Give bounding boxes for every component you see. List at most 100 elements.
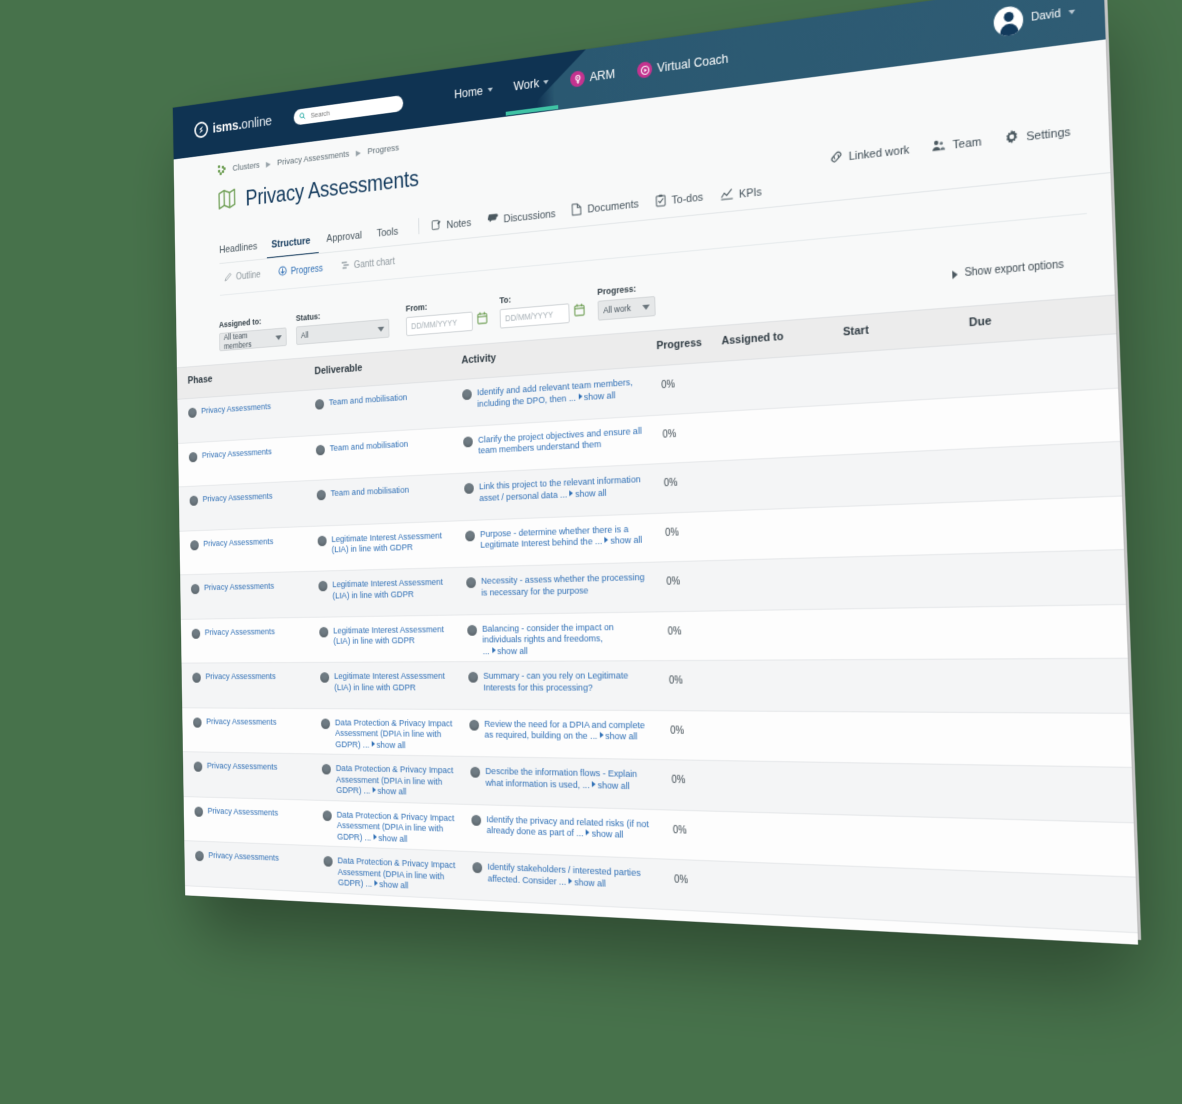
cell-activity[interactable]: Identify stakeholders / interested parti… xyxy=(472,861,655,892)
cell-activity[interactable]: Identify and evaluate the privacy soluti… xyxy=(473,909,656,942)
show-all-link[interactable]: show all xyxy=(369,740,406,751)
column-header-progress[interactable]: Progress xyxy=(656,337,702,353)
nav-label-work: Work xyxy=(513,76,540,94)
cell-progress: 0% xyxy=(674,874,689,887)
search-input[interactable] xyxy=(308,98,398,121)
nav-item-home[interactable]: Home xyxy=(454,83,493,103)
table-row[interactable]: Privacy Assessments Team and mobilisation… xyxy=(177,334,1119,444)
calendar-icon[interactable] xyxy=(477,311,488,329)
show-export-options-button[interactable]: Show export options xyxy=(952,259,1064,280)
nav-item-arm[interactable]: ARM xyxy=(570,66,615,88)
show-all-link[interactable]: show all xyxy=(489,646,528,657)
cell-activity[interactable]: Necessity - assess whether the processin… xyxy=(466,572,648,599)
cell-phase[interactable]: Privacy Assessments xyxy=(188,444,307,462)
cell-deliverable[interactable]: Data Protection & Privacy Impact Assessm… xyxy=(320,717,456,752)
show-all-link[interactable]: show all xyxy=(597,731,638,743)
cell-deliverable-text: Legitimate Interest Assessment (LIA) in … xyxy=(333,670,446,693)
view-by-option-todos[interactable]: To-dos xyxy=(1003,321,1082,353)
view-by-option-activities[interactable]: Activities xyxy=(918,326,1005,359)
to-date-input[interactable]: DD/MM/YYYY xyxy=(499,303,570,329)
cell-phase[interactable]: Privacy Assessments xyxy=(195,850,314,866)
cell-deliverable[interactable]: Data Protection & Privacy Impact Assessm… xyxy=(323,855,459,895)
cell-phase[interactable]: Privacy Assessments xyxy=(194,805,313,820)
nav-item-work[interactable]: Work xyxy=(513,75,550,95)
cell-activity[interactable]: Describe the information flows - Explain… xyxy=(470,766,653,793)
cell-phase[interactable]: Privacy Assessments xyxy=(189,490,308,506)
show-all-link[interactable]: show all xyxy=(373,926,409,939)
nav-item-virtual-coach[interactable]: Virtual Coach xyxy=(637,50,729,79)
assigned-to-select[interactable]: All team members xyxy=(219,327,287,352)
subtab-gantt-chart[interactable]: Gantt chart xyxy=(341,255,395,273)
show-all-link[interactable]: show all xyxy=(566,876,606,889)
cell-progress: 0% xyxy=(667,625,682,638)
show-all-link[interactable]: show all xyxy=(372,879,408,892)
tab-kpis[interactable]: KPIs xyxy=(720,182,780,213)
map-icon xyxy=(217,186,238,216)
show-all-link[interactable]: show all xyxy=(567,487,607,500)
cell-activity[interactable]: Purpose - determine whether there is a L… xyxy=(465,523,646,552)
search-box[interactable] xyxy=(293,94,404,126)
cell-deliverable[interactable]: Data Protection & Privacy Impact Assessm… xyxy=(322,809,458,847)
cell-deliverable[interactable]: Team and mobilisation xyxy=(316,483,451,501)
show-all-link[interactable]: show all xyxy=(371,833,407,845)
status-select[interactable]: All xyxy=(295,318,390,346)
show-all-link[interactable]: show all xyxy=(602,535,642,547)
cell-progress: 0% xyxy=(675,924,690,937)
column-header-start[interactable]: Start xyxy=(843,324,869,339)
logo[interactable]: isms.online xyxy=(194,112,272,139)
table-row[interactable]: Data Protection & Privacy Impact Assessm… xyxy=(184,885,1139,945)
cell-deliverable[interactable]: Legitimate Interest Assessment (LIA) in … xyxy=(320,671,455,694)
show-all-link[interactable]: show all xyxy=(583,828,624,841)
cell-deliverable[interactable]: Team and mobilisation xyxy=(315,390,449,410)
cell-deliverable[interactable]: Data Protection & Privacy Impact Assessm… xyxy=(321,763,457,800)
cell-deliverable-text: Data Protection & Privacy Impact Assessm… xyxy=(338,901,457,939)
cell-activity[interactable]: Clarify the project objectives and ensur… xyxy=(463,425,644,458)
subtab-outline[interactable]: Outline xyxy=(224,269,261,284)
cell-phase[interactable]: Privacy Assessments xyxy=(193,716,311,728)
show-all-link[interactable]: show all xyxy=(586,926,627,940)
table-row[interactable]: Privacy Assessments Legitimate Interest A… xyxy=(181,658,1130,714)
column-header-due[interactable]: Due xyxy=(969,315,992,330)
from-date-input[interactable]: DD/MM/YYYY xyxy=(405,311,473,337)
cell-deliverable[interactable]: Legitimate Interest Assessment (LIA) in … xyxy=(318,577,452,602)
team-button[interactable]: Team xyxy=(931,133,982,156)
status-bullet-icon xyxy=(471,814,482,826)
cell-activity[interactable]: Link this project to the relevant inform… xyxy=(464,474,645,505)
cell-deliverable[interactable]: Team and mobilisation xyxy=(315,436,450,456)
cell-deliverable[interactable]: Data Protection & Privacy Impact Assessm… xyxy=(324,901,460,942)
show-all-link[interactable]: show all xyxy=(576,390,616,403)
column-header-deliverable[interactable]: Deliverable xyxy=(314,362,362,377)
column-header-phase[interactable]: Phase xyxy=(188,374,213,387)
cell-progress: 0% xyxy=(662,428,677,441)
user-menu[interactable]: David xyxy=(993,0,1076,38)
cell-deliverable[interactable]: Legitimate Interest Assessment (LIA) in … xyxy=(317,530,452,556)
tab-todos[interactable]: To-dos xyxy=(655,188,721,220)
team-label: Team xyxy=(952,135,982,152)
progress-select[interactable]: All work xyxy=(597,295,656,321)
cell-phase[interactable]: Privacy Assessments xyxy=(188,399,305,419)
cell-activity[interactable]: Balancing - consider the impact on indiv… xyxy=(467,621,649,657)
cell-deliverable[interactable]: Legitimate Interest Assessment (LIA) in … xyxy=(319,624,454,648)
cell-phase[interactable]: Privacy Assessments xyxy=(190,535,308,550)
cell-activity[interactable]: Summary - can you rely on Legitimate Int… xyxy=(468,670,650,694)
cell-activity[interactable]: Identify the privacy and related risks (… xyxy=(471,813,654,842)
column-header-activity[interactable]: Activity xyxy=(461,352,496,366)
cell-phase[interactable] xyxy=(196,895,315,901)
status-bullet-icon xyxy=(320,672,330,683)
cell-activity[interactable]: Review the need for a DPIA and complete … xyxy=(469,718,651,743)
show-all-link[interactable]: show all xyxy=(370,786,407,798)
cell-phase[interactable]: Privacy Assessments xyxy=(192,671,310,683)
table-row[interactable]: Privacy Assessments Data Protection & Pri… xyxy=(184,841,1138,933)
cell-activity[interactable]: Identify and add relevant team members, … xyxy=(462,376,643,411)
subtab-progress[interactable]: Progress xyxy=(278,262,323,279)
cell-phase[interactable]: Privacy Assessments xyxy=(191,626,310,639)
settings-button[interactable]: Settings xyxy=(1004,123,1071,149)
cell-activity-text: Purpose - determine whether there is a L… xyxy=(479,523,643,551)
table-row[interactable] xyxy=(185,930,1139,945)
show-all-link[interactable]: show all xyxy=(590,780,630,792)
calendar-icon[interactable] xyxy=(574,303,585,322)
column-header-assigned-to[interactable]: Assigned to xyxy=(721,331,783,348)
cell-phase-text: Privacy Assessments xyxy=(201,401,272,417)
cell-phase[interactable]: Privacy Assessments xyxy=(190,580,309,595)
cell-phase[interactable]: Privacy Assessments xyxy=(193,761,312,775)
